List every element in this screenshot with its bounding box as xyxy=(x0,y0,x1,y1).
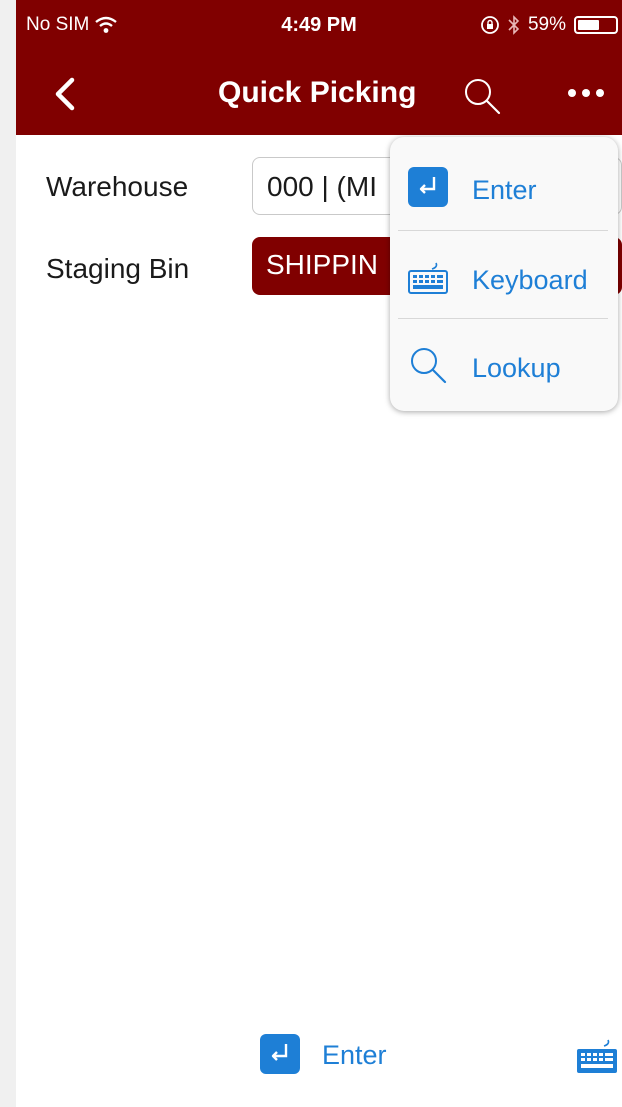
menu-item-enter[interactable]: Enter xyxy=(390,141,618,229)
orientation-lock-icon xyxy=(481,16,499,34)
keyboard-icon xyxy=(408,262,448,294)
warehouse-label: Warehouse xyxy=(46,171,189,202)
bottom-enter-label: Enter xyxy=(322,1040,387,1070)
navigation-bar: Quick Picking xyxy=(16,56,622,130)
bluetooth-icon xyxy=(508,15,520,35)
actions-menu: Enter Keyboard Lookup xyxy=(390,137,618,411)
menu-item-lookup[interactable]: Lookup xyxy=(390,319,618,407)
search-icon[interactable] xyxy=(462,76,502,116)
menu-item-keyboard[interactable]: Keyboard xyxy=(390,231,618,319)
menu-item-label: Keyboard xyxy=(472,265,588,295)
enter-icon xyxy=(260,1034,300,1074)
page-title: Quick Picking xyxy=(218,76,417,109)
enter-icon xyxy=(408,167,448,207)
search-icon xyxy=(411,348,447,384)
status-bar: No SIM 4:49 PM 59% xyxy=(16,0,622,40)
app-screen: No SIM 4:49 PM 59% Quick Picking Warehou… xyxy=(16,0,622,1107)
menu-item-label: Lookup xyxy=(472,353,561,383)
more-icon[interactable] xyxy=(564,78,608,108)
back-chevron-icon[interactable] xyxy=(50,74,80,114)
keyboard-icon[interactable] xyxy=(576,1036,622,1076)
battery-icon xyxy=(574,16,618,34)
battery-percent: 59% xyxy=(527,14,566,35)
status-right-group: 59% xyxy=(480,14,618,36)
menu-item-label: Enter xyxy=(472,175,537,205)
header-bar: No SIM 4:49 PM 59% Quick Picking xyxy=(16,0,622,135)
staging-bin-label: Staging Bin xyxy=(46,253,190,284)
